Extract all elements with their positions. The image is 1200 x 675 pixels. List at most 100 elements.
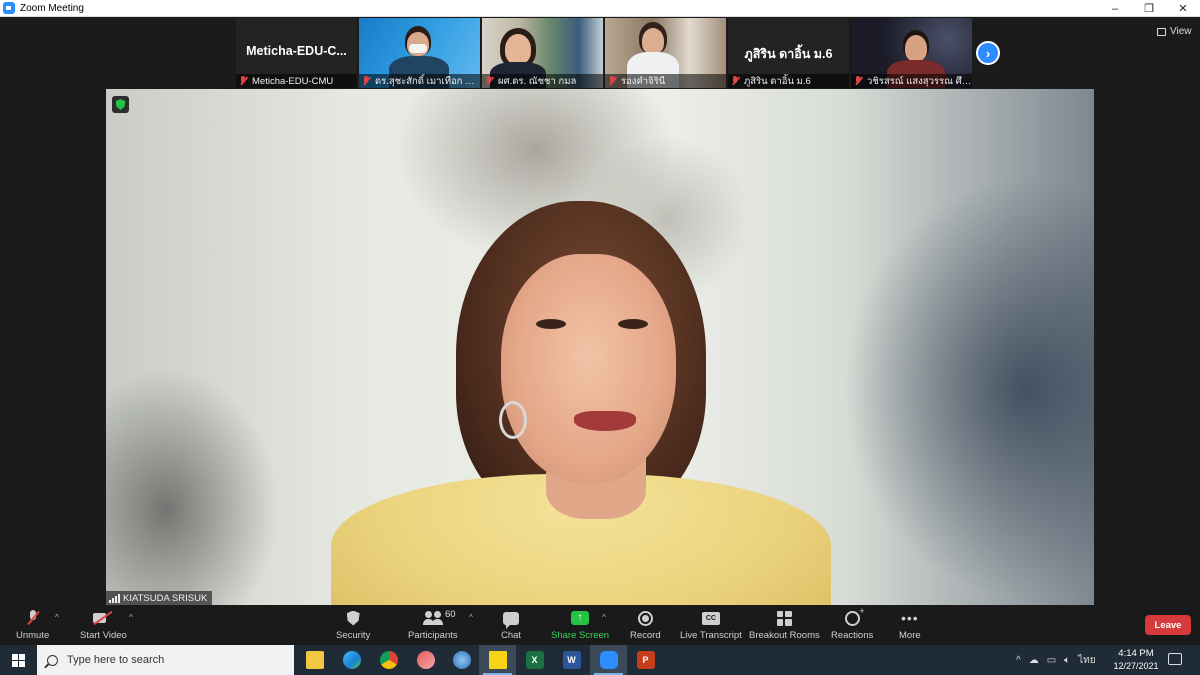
- record-icon: [637, 610, 653, 626]
- video-off-icon: [93, 612, 113, 624]
- live-transcript-button[interactable]: CC Live Transcript: [680, 608, 742, 641]
- zoom-icon: [599, 651, 618, 669]
- participant-video-figure: [409, 44, 427, 53]
- speaker-face: [501, 254, 676, 484]
- taskbar-file-explorer[interactable]: [296, 645, 333, 675]
- chat-icon: [503, 611, 520, 629]
- closed-caption-icon: CC: [701, 611, 720, 625]
- clock-date: 12/27/2021: [1113, 661, 1159, 671]
- record-button[interactable]: Record: [630, 608, 661, 641]
- taskbar-sticky-notes[interactable]: [479, 645, 516, 675]
- participant-name: รองคำจิรินี: [621, 75, 666, 87]
- network-icon[interactable]: ▭: [1047, 655, 1056, 666]
- participant-name: ผศ.ดร. ณัชชา กมล: [498, 75, 577, 87]
- taskbar-browser[interactable]: [443, 645, 480, 675]
- taskbar-excel[interactable]: X: [516, 645, 553, 675]
- powerpoint-icon: P: [636, 651, 655, 669]
- speaker-namebar: KIATSUDA SRISUK: [106, 591, 213, 605]
- close-button[interactable]: ✕: [1166, 0, 1200, 17]
- more-button[interactable]: ••• More: [899, 608, 921, 641]
- participant-video-figure: [505, 34, 531, 64]
- participants-options-caret-icon[interactable]: ^: [469, 613, 473, 622]
- speaker-eye: [618, 319, 648, 329]
- participant-thumbnail[interactable]: Meticha-EDU-C... Meticha-EDU-CMU: [236, 18, 357, 88]
- share-options-caret-icon[interactable]: ^: [602, 613, 606, 622]
- minimize-button[interactable]: –: [1098, 0, 1132, 17]
- encryption-shield-icon[interactable]: [112, 96, 129, 113]
- active-speaker-video[interactable]: KIATSUDA SRISUK: [106, 89, 1094, 605]
- taskbar-clock[interactable]: 4:14 PM 12/27/2021: [1108, 648, 1164, 672]
- share-screen-icon: ↑: [571, 611, 590, 625]
- zoom-logo-icon: [3, 2, 15, 14]
- participant-namebar: ภูสิริน ดาอิ้น ม.6: [728, 74, 849, 88]
- participant-thumbnail[interactable]: รองคำจิรินี: [605, 18, 726, 88]
- more-dots-icon: •••: [900, 610, 919, 626]
- breakout-rooms-label: Breakout Rooms: [749, 630, 820, 641]
- windows-taskbar: Type here to search X W P ^ ☁ ▭ 🔈︎ ไทย 4…: [0, 645, 1200, 675]
- meeting-area: Meticha-EDU-C... Meticha-EDU-CMU ดร.สุชะ…: [0, 17, 1200, 605]
- security-label: Security: [336, 630, 371, 641]
- taskbar-edge[interactable]: [333, 645, 370, 675]
- start-button[interactable]: [0, 645, 36, 675]
- input-language[interactable]: ไทย: [1078, 653, 1095, 668]
- share-screen-button[interactable]: ↑ Share Screen: [551, 608, 609, 641]
- reactions-label: Reactions: [831, 630, 874, 641]
- search-placeholder: Type here to search: [67, 654, 165, 666]
- unmute-label: Unmute: [16, 630, 50, 641]
- window-title-bar: Zoom Meeting – ❐ ✕: [0, 0, 1200, 17]
- participant-namebar: Meticha-EDU-CMU: [236, 74, 357, 88]
- breakout-rooms-button[interactable]: Breakout Rooms: [749, 608, 820, 641]
- signal-bars-icon: [109, 593, 120, 603]
- speaker-name: KIATSUDA SRISUK: [123, 592, 208, 604]
- mic-muted-icon: [731, 76, 740, 86]
- participant-name: วชิรสรณ์ แสงสุวรรณ ศึก...: [867, 75, 972, 87]
- volume-icon[interactable]: 🔈︎: [1064, 655, 1070, 666]
- chat-button[interactable]: Chat: [501, 608, 521, 641]
- taskbar-search-box[interactable]: Type here to search: [37, 645, 294, 675]
- participant-display-name: ภูสิริน ดาอิ้น ม.6: [744, 47, 833, 61]
- next-page-button[interactable]: ›: [976, 41, 1000, 65]
- leave-button[interactable]: Leave: [1145, 615, 1191, 635]
- speaker-mouth: [574, 411, 636, 431]
- taskbar-powerpoint[interactable]: P: [627, 645, 664, 675]
- participant-strip: Meticha-EDU-C... Meticha-EDU-CMU ดร.สุชะ…: [236, 18, 972, 88]
- start-video-label: Start Video: [80, 630, 127, 641]
- windows-logo-icon: [11, 653, 25, 667]
- participant-video-figure: [642, 28, 664, 54]
- more-label: More: [899, 630, 921, 641]
- reactions-button[interactable]: Reactions: [831, 606, 874, 642]
- show-hidden-icons-icon[interactable]: ^: [1016, 655, 1021, 666]
- share-screen-label: Share Screen: [551, 630, 610, 641]
- participant-name: ภูสิริน ดาอิ้น ม.6: [744, 75, 811, 87]
- participant-name: ดร.สุชะสักดิ์ เมาเทือก มห...: [375, 75, 480, 87]
- view-grid-icon: [1157, 27, 1166, 36]
- restore-button[interactable]: ❐: [1132, 0, 1166, 17]
- mic-muted-icon: [239, 76, 248, 86]
- participant-thumbnail[interactable]: ดร.สุชะสักดิ์ เมาเทือก มห...: [359, 18, 480, 88]
- chrome-icon: [379, 651, 398, 669]
- excel-icon: X: [525, 651, 544, 669]
- participant-thumbnail[interactable]: ผศ.ดร. ณัชชา กมล: [482, 18, 603, 88]
- view-button[interactable]: View: [1157, 26, 1192, 37]
- reactions-icon: [844, 606, 865, 626]
- participants-label: Participants: [408, 630, 458, 641]
- participant-namebar: ผศ.ดร. ณัชชา กมล: [482, 74, 603, 88]
- taskbar-snip[interactable]: [407, 645, 444, 675]
- taskbar-zoom[interactable]: [590, 645, 627, 675]
- participant-thumbnail[interactable]: วชิรสรณ์ แสงสุวรรณ ศึก...: [851, 18, 972, 88]
- security-button[interactable]: Security: [336, 608, 370, 641]
- window-controls: – ❐ ✕: [1098, 0, 1200, 17]
- video-options-caret-icon[interactable]: ^: [129, 613, 133, 622]
- audio-options-caret-icon[interactable]: ^: [55, 613, 59, 622]
- taskbar-chrome[interactable]: [370, 645, 407, 675]
- onedrive-cloud-icon[interactable]: ☁: [1029, 655, 1039, 666]
- start-video-button[interactable]: Start Video: [80, 608, 127, 641]
- mic-muted-icon: [608, 76, 617, 86]
- unmute-button[interactable]: Unmute: [16, 608, 49, 641]
- action-center-icon[interactable]: [1168, 653, 1182, 665]
- taskbar-word[interactable]: W: [553, 645, 590, 675]
- participant-display-name: Meticha-EDU-C...: [246, 44, 347, 58]
- participant-thumbnail[interactable]: ภูสิริน ดาอิ้น ม.6 ภูสิริน ดาอิ้น ม.6: [728, 18, 849, 88]
- shield-icon: [346, 610, 360, 626]
- mic-muted-icon: [26, 610, 40, 626]
